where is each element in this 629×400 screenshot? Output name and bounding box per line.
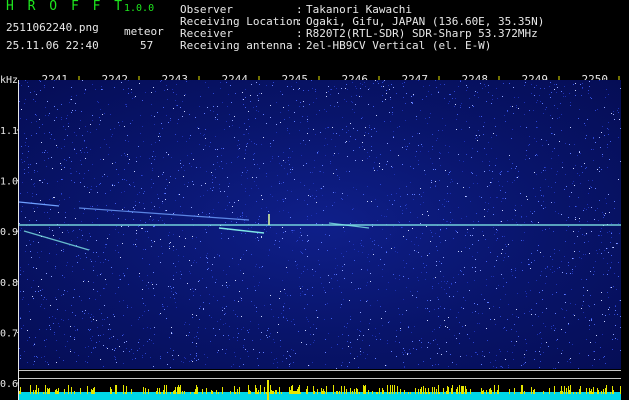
y-tick-label: 1.1 [0,126,18,137]
y-tick-label: 0.7 [0,328,18,339]
meteor-trace [78,207,250,221]
reference-line-lower [19,378,621,379]
meteor-bar-baseline [19,392,621,400]
y-axis: kHz 1.1 1.0 0.9 0.8 0.7 0.6 [0,75,19,400]
date-time: 25.11.06 22:40 [6,39,99,52]
info-colon: : [296,39,303,52]
y-axis-unit: kHz [0,75,18,86]
reference-line-upper [19,370,621,371]
meteor-peak [267,380,269,400]
info-label-antenna: Receiving antenna [180,39,293,52]
app-version: 1.0.0 [124,3,155,14]
y-tick-label: 0.6 [0,379,18,390]
spectrogram-noise [19,80,621,369]
event-count: 57 [140,39,154,52]
spectrogram [19,80,621,369]
y-tick-label: 0.8 [0,278,18,289]
file-name: 2511062240.png [6,21,99,34]
meteor-trace [19,201,60,207]
hrofft-window: H R O F F T 1.0.0 2511062240.png 25.11.0… [0,0,629,400]
y-tick-label: 1.0 [0,177,18,188]
meteor-trace [23,230,90,251]
meteor-activity-bar [19,380,621,400]
event-label: meteor [124,25,164,38]
info-value-antenna: 2el-HB9CV Vertical (el. E-W) [306,39,492,52]
y-tick-label: 0.9 [0,227,18,238]
app-title: H R O F F T [6,0,126,14]
meteor-trace [218,227,265,234]
